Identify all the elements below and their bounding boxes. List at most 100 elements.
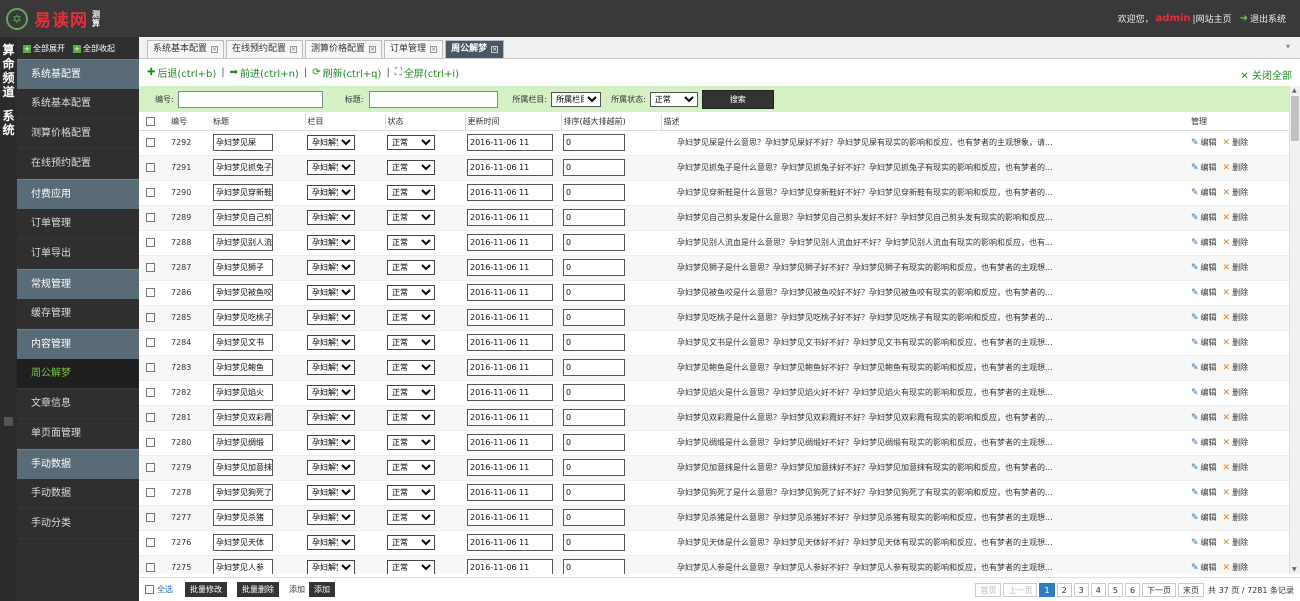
row-title-input[interactable] (213, 234, 273, 251)
row-status-select[interactable]: 正常 (387, 410, 435, 425)
row-title-input[interactable] (213, 359, 273, 376)
sidebar-item[interactable]: 订单导出 (17, 239, 139, 269)
row-sort-input[interactable] (563, 559, 625, 574)
row-checkbox[interactable] (146, 163, 155, 172)
row-sort-input[interactable] (563, 359, 625, 376)
next-page-button[interactable]: 下一页 (1142, 583, 1177, 597)
row-time-input[interactable] (467, 134, 553, 151)
row-title-input[interactable] (213, 559, 273, 574)
sidebar-item[interactable]: 文章信息 (17, 389, 139, 419)
delete-link[interactable]: 删除 (1232, 538, 1248, 547)
tab-item[interactable]: 周公解梦 × (445, 40, 505, 58)
row-checkbox[interactable] (146, 388, 155, 397)
row-sort-input[interactable] (563, 534, 625, 551)
select-all-checkbox[interactable] (145, 585, 154, 594)
channel-rail-label[interactable]: 算命频道系统 (0, 37, 17, 137)
delete-link[interactable]: 删除 (1232, 563, 1248, 572)
row-time-input[interactable] (467, 509, 553, 526)
row-checkbox[interactable] (146, 363, 155, 372)
tab-menu-icon[interactable]: ▾ (1286, 42, 1294, 52)
row-column-select[interactable]: 孕妇解梦 (307, 360, 355, 375)
row-checkbox[interactable] (146, 413, 155, 422)
row-time-input[interactable] (467, 359, 553, 376)
delete-link[interactable]: 删除 (1232, 338, 1248, 347)
home-link[interactable]: |网站主页 (1193, 12, 1232, 25)
sidebar-item[interactable]: 手动分类 (17, 509, 139, 539)
scroll-up-icon[interactable]: ▲ (1292, 87, 1297, 94)
collapse-all-button[interactable]: + 全部收起 (73, 43, 115, 54)
edit-link[interactable]: 编辑 (1201, 563, 1217, 572)
sidebar-item[interactable]: 单页面管理 (17, 419, 139, 449)
row-time-input[interactable] (467, 309, 553, 326)
row-column-select[interactable]: 孕妇解梦 (307, 260, 355, 275)
row-checkbox[interactable] (146, 338, 155, 347)
edit-link[interactable]: 编辑 (1201, 513, 1217, 522)
id-filter-input[interactable] (177, 90, 323, 108)
delete-link[interactable]: 删除 (1232, 413, 1248, 422)
row-status-select[interactable]: 正常 (387, 335, 435, 350)
row-title-input[interactable] (213, 409, 273, 426)
row-column-select[interactable]: 孕妇解梦 (307, 510, 355, 525)
logout-link[interactable]: 退出系统 (1250, 12, 1286, 25)
row-checkbox[interactable] (146, 263, 155, 272)
row-time-input[interactable] (467, 159, 553, 176)
delete-link[interactable]: 删除 (1232, 288, 1248, 297)
edit-link[interactable]: 编辑 (1201, 338, 1217, 347)
tab-close-icon[interactable]: × (211, 46, 219, 53)
tab-item[interactable]: 订单管理 × (384, 40, 444, 58)
header-checkbox[interactable] (146, 117, 155, 127)
row-status-select[interactable]: 正常 (387, 185, 435, 200)
row-time-input[interactable] (467, 409, 553, 426)
prev-page-button[interactable]: 上一页 (1003, 583, 1038, 597)
page-number-button[interactable]: 6 (1124, 583, 1141, 597)
row-sort-input[interactable] (563, 159, 625, 176)
edit-link[interactable]: 编辑 (1201, 163, 1217, 172)
row-title-input[interactable] (213, 309, 273, 326)
table-scrollbar[interactable]: ▲ ▼ (1289, 86, 1300, 574)
row-checkbox[interactable] (146, 438, 155, 447)
delete-link[interactable]: 删除 (1232, 363, 1248, 372)
status-filter-select[interactable]: 正常 (649, 91, 698, 107)
row-time-input[interactable] (467, 259, 553, 276)
tab-close-icon[interactable]: × (290, 46, 298, 53)
row-sort-input[interactable] (563, 459, 625, 476)
sidebar-group[interactable]: 付费应用 (17, 179, 139, 209)
delete-link[interactable]: 删除 (1232, 313, 1248, 322)
row-status-select[interactable]: 正常 (387, 560, 435, 574)
sidebar-item[interactable]: 订单管理 (17, 209, 139, 239)
row-time-input[interactable] (467, 284, 553, 301)
close-all-button[interactable]: ✕ 关闭全部 (1240, 67, 1292, 82)
fullscreen-button[interactable]: ⛶ 全屏(ctrl+i) (395, 65, 459, 80)
row-title-input[interactable] (213, 159, 273, 176)
row-checkbox[interactable] (146, 188, 155, 197)
tab-close-icon[interactable]: × (491, 46, 499, 53)
delete-link[interactable]: 删除 (1232, 138, 1248, 147)
row-column-select[interactable]: 孕妇解梦 (307, 210, 355, 225)
delete-link[interactable]: 删除 (1232, 238, 1248, 247)
row-column-select[interactable]: 孕妇解梦 (307, 160, 355, 175)
rail-toggle-icon[interactable] (4, 417, 13, 426)
search-button[interactable]: 搜索 (701, 89, 774, 109)
row-sort-input[interactable] (563, 409, 625, 426)
last-page-button[interactable]: 末页 (1178, 583, 1205, 597)
page-number-button[interactable]: 5 (1107, 583, 1123, 597)
tab-item[interactable]: 系统基本配置 × (147, 40, 225, 58)
row-time-input[interactable] (467, 559, 553, 574)
row-status-select[interactable]: 正常 (387, 135, 435, 150)
row-checkbox[interactable] (146, 213, 155, 222)
edit-link[interactable]: 编辑 (1201, 288, 1217, 297)
row-title-input[interactable] (213, 209, 273, 226)
edit-link[interactable]: 编辑 (1201, 488, 1217, 497)
row-status-select[interactable]: 正常 (387, 260, 435, 275)
row-sort-input[interactable] (563, 484, 625, 501)
row-sort-input[interactable] (563, 134, 625, 151)
delete-link[interactable]: 删除 (1232, 213, 1248, 222)
batch-edit-button[interactable]: 批量修改 (185, 582, 227, 597)
row-column-select[interactable]: 孕妇解梦 (307, 285, 355, 300)
sidebar-group[interactable]: 常规管理 (17, 269, 139, 299)
row-title-input[interactable] (213, 259, 273, 276)
row-time-input[interactable] (467, 334, 553, 351)
row-column-select[interactable]: 孕妇解梦 (307, 135, 355, 150)
refresh-button[interactable]: ⟳ 刷新(ctrl+q) (312, 65, 381, 80)
column-filter-select[interactable]: 所属栏目 (551, 91, 602, 107)
